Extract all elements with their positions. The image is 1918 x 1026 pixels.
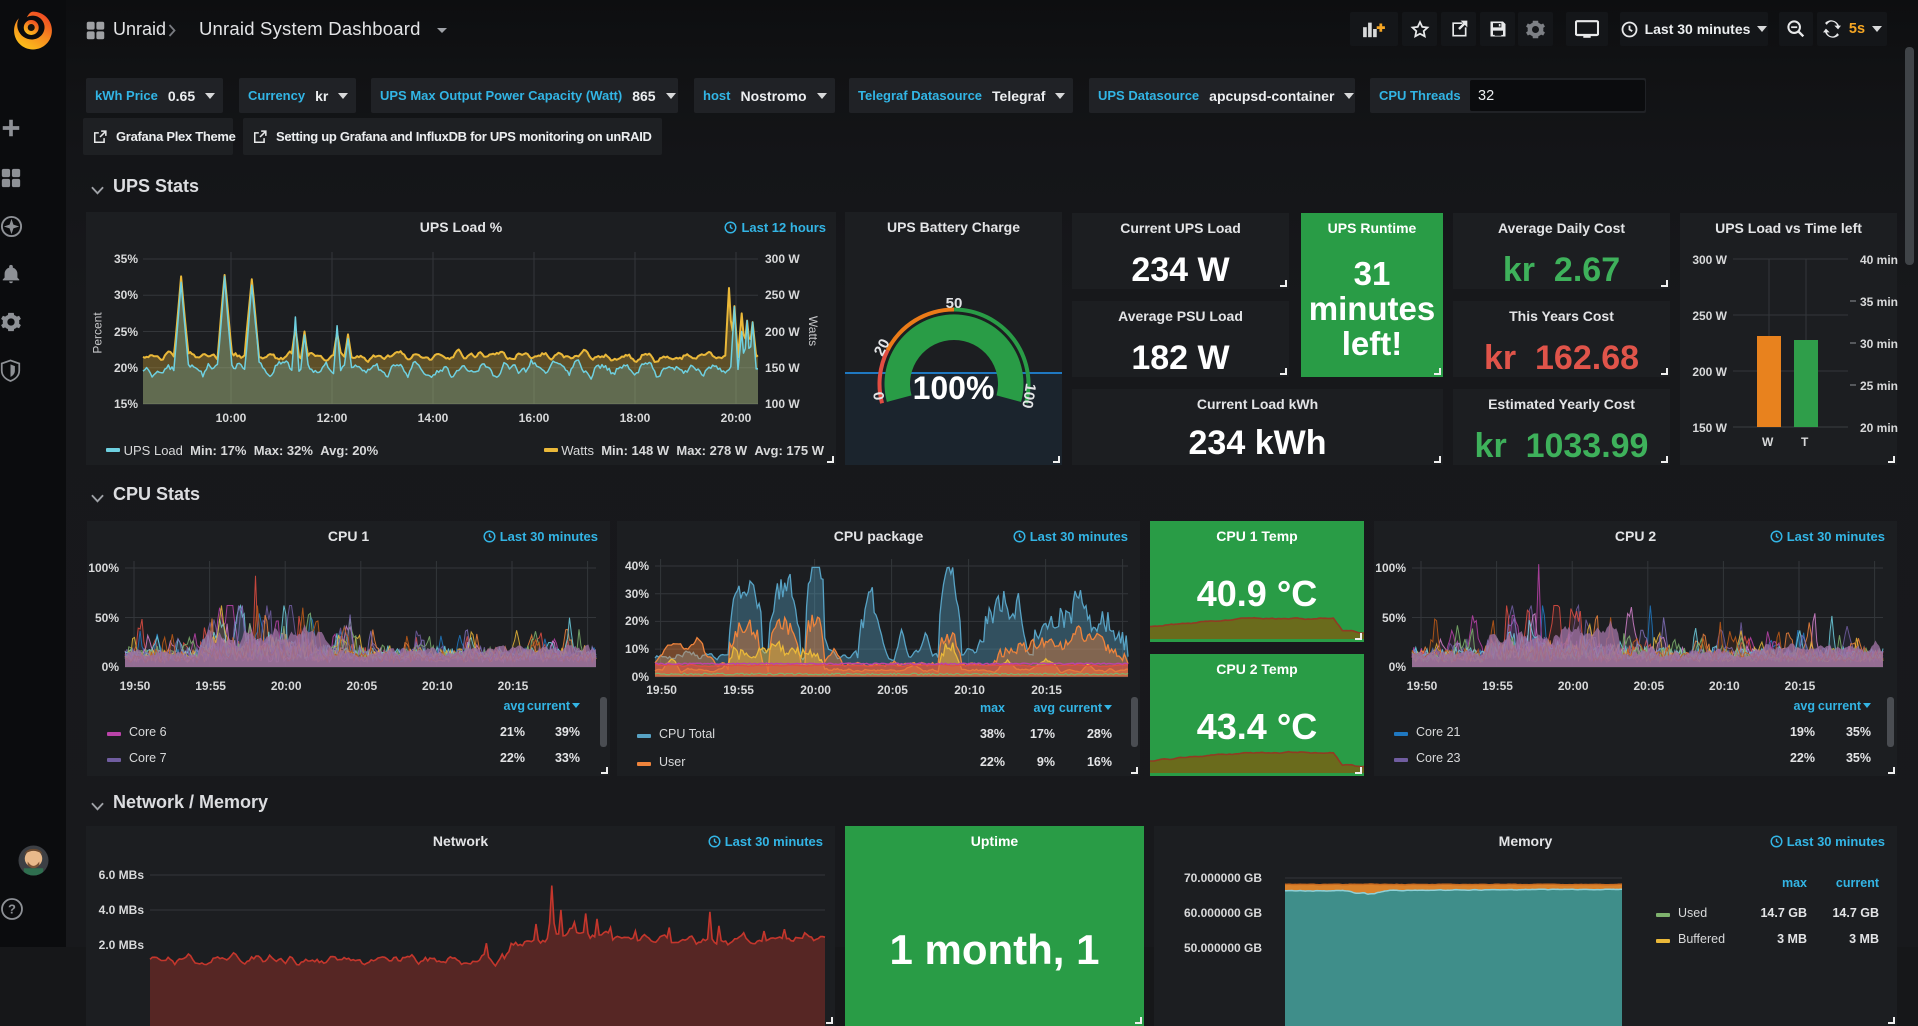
svg-text:50: 50 <box>946 295 963 312</box>
svg-text:20: 20 <box>871 336 894 359</box>
svg-text:?: ? <box>8 902 16 917</box>
